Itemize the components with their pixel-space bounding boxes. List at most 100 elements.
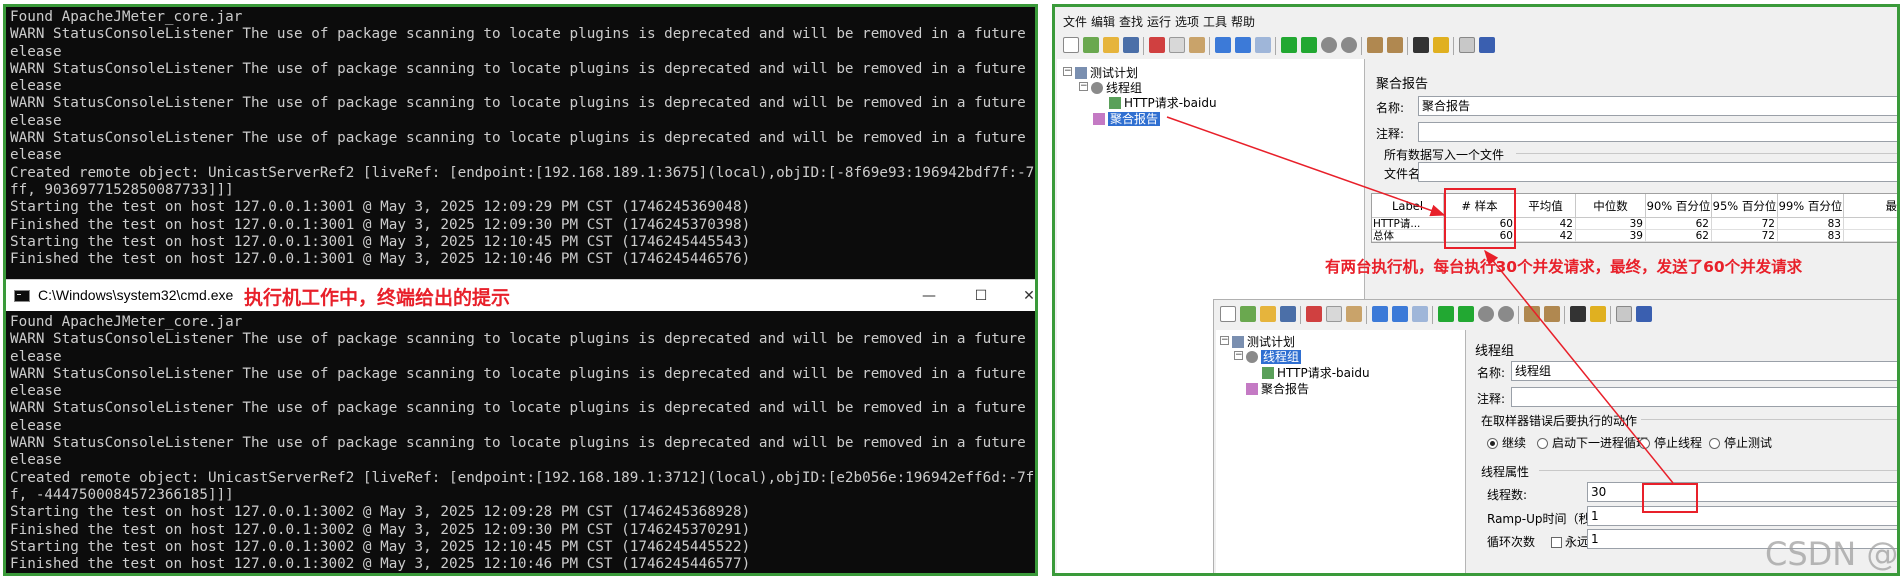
thread-group-name-input[interactable]: 线程组 xyxy=(1511,361,1897,381)
tree-node-http-sampler[interactable]: HTTP请求-baidu xyxy=(1109,94,1217,111)
console-line: elease xyxy=(10,147,62,164)
start-icon[interactable] xyxy=(1281,37,1297,53)
start-icon[interactable] xyxy=(1438,306,1454,322)
expand-icon[interactable] xyxy=(1372,306,1388,322)
collapse-plan-toggle[interactable]: − xyxy=(1063,67,1072,76)
console-line: elease xyxy=(10,43,62,60)
start-no-pause-icon[interactable] xyxy=(1458,306,1474,322)
col-median-header[interactable]: 中位数 xyxy=(1576,194,1646,218)
table-cell[interactable]: 62 xyxy=(1646,230,1712,242)
templates-icon[interactable] xyxy=(1240,306,1256,322)
new-icon[interactable] xyxy=(1220,306,1236,322)
col-label-header[interactable]: Label xyxy=(1372,194,1444,218)
save-icon[interactable] xyxy=(1123,37,1139,53)
minimize-button[interactable]: — xyxy=(914,284,944,308)
collapse-plan-toggle[interactable]: − xyxy=(1220,336,1229,345)
radio-stop-thread[interactable]: 停止线程 xyxy=(1639,434,1702,451)
table-cell[interactable]: 39 xyxy=(1576,230,1646,242)
report-comment-input[interactable] xyxy=(1418,122,1897,142)
tree-node-aggregate-report[interactable]: 聚合报告 xyxy=(1093,110,1161,127)
table-cell[interactable] xyxy=(1844,218,1897,230)
maximize-button[interactable]: ☐ xyxy=(966,284,996,308)
search-icon[interactable] xyxy=(1413,37,1429,53)
save-icon[interactable] xyxy=(1280,306,1296,322)
start-no-pause-icon[interactable] xyxy=(1301,37,1317,53)
paste-icon[interactable] xyxy=(1346,306,1362,322)
menu-run[interactable]: 运行 xyxy=(1147,13,1171,30)
table-cell[interactable]: 72 xyxy=(1712,230,1778,242)
radio-stop-test[interactable]: 停止测试 xyxy=(1709,434,1772,451)
cmd-titlebar[interactable]: C:\Windows\system32\cmd.exe 执行机工作中，终端给出的… xyxy=(6,279,1035,311)
menu-search[interactable]: 查找 xyxy=(1119,13,1143,30)
function-helper-icon[interactable] xyxy=(1459,37,1475,53)
new-icon[interactable] xyxy=(1063,37,1079,53)
tree-node-aggregate-report[interactable]: 聚合报告 xyxy=(1246,380,1309,397)
help-icon[interactable] xyxy=(1479,37,1495,53)
open-icon[interactable] xyxy=(1103,37,1119,53)
table-cell[interactable]: 42 xyxy=(1516,218,1576,230)
collapse-thread-group-toggle[interactable]: − xyxy=(1234,351,1243,360)
table-cell[interactable]: 39 xyxy=(1576,218,1646,230)
tree-node-http-sampler[interactable]: HTTP请求-baidu xyxy=(1262,364,1370,381)
toggle-icon[interactable] xyxy=(1255,37,1271,53)
menu-file[interactable]: 文件 xyxy=(1063,13,1087,30)
tree-node-thread-group[interactable]: 线程组 xyxy=(1246,348,1302,365)
thread-group-comment-input[interactable] xyxy=(1511,387,1897,407)
report-name-input[interactable]: 聚合报告 xyxy=(1418,96,1897,116)
expand-icon[interactable] xyxy=(1215,37,1231,53)
table-cell[interactable]: 83 xyxy=(1778,230,1844,242)
collapse-thread-group-toggle[interactable]: − xyxy=(1079,82,1088,91)
collapse-icon[interactable] xyxy=(1392,306,1408,322)
collapse-icon[interactable] xyxy=(1235,37,1251,53)
templates-icon[interactable] xyxy=(1083,37,1099,53)
col-min-header[interactable]: 最 xyxy=(1844,194,1897,218)
table-cell[interactable]: 总体 xyxy=(1372,230,1444,242)
search-icon[interactable] xyxy=(1570,306,1586,322)
menu-tools[interactable]: 工具 xyxy=(1203,13,1227,30)
function-helper-icon[interactable] xyxy=(1616,306,1632,322)
radio-next-loop[interactable]: 启动下一进程循环 xyxy=(1537,434,1648,451)
reset-search-icon[interactable] xyxy=(1433,37,1449,53)
help-icon[interactable] xyxy=(1636,306,1652,322)
clear-icon[interactable] xyxy=(1524,306,1540,322)
threads-input[interactable]: 30 xyxy=(1587,482,1897,502)
table-cell[interactable]: 42 xyxy=(1516,230,1576,242)
filename-input[interactable] xyxy=(1418,162,1897,182)
console-line: elease xyxy=(10,348,62,365)
menu-edit[interactable]: 编辑 xyxy=(1091,13,1115,30)
rampup-input[interactable]: 1 xyxy=(1587,506,1897,526)
stop-icon[interactable] xyxy=(1321,37,1337,53)
console-line: Created remote object: UnicastServerRef2… xyxy=(10,164,1035,181)
clear-icon[interactable] xyxy=(1367,37,1383,53)
menu-help[interactable]: 帮助 xyxy=(1231,13,1255,30)
col-average-header[interactable]: 平均值 xyxy=(1516,194,1576,218)
toolbar-separator xyxy=(1453,37,1454,55)
radio-continue[interactable]: 继续 xyxy=(1487,434,1526,451)
col-p99-header[interactable]: 99% 百分位 xyxy=(1778,194,1844,218)
table-cell[interactable]: HTTP请... xyxy=(1372,218,1444,230)
open-icon[interactable] xyxy=(1260,306,1276,322)
table-cell[interactable]: 83 xyxy=(1778,218,1844,230)
cut-icon[interactable] xyxy=(1306,306,1322,322)
table-cell[interactable] xyxy=(1844,230,1897,242)
close-button[interactable]: ✕ xyxy=(1014,284,1035,308)
tree-label-thread-group: 线程组 xyxy=(1106,81,1143,95)
toggle-icon[interactable] xyxy=(1412,306,1428,322)
cut-icon[interactable] xyxy=(1149,37,1165,53)
col-p95-header[interactable]: 95% 百分位 xyxy=(1712,194,1778,218)
table-cell[interactable]: 62 xyxy=(1646,218,1712,230)
copy-icon[interactable] xyxy=(1169,37,1185,53)
console-panel: Found ApacheJMeter_core.jar WARN StatusCo… xyxy=(3,4,1038,576)
shutdown-icon[interactable] xyxy=(1341,37,1357,53)
reset-search-icon[interactable] xyxy=(1590,306,1606,322)
paste-icon[interactable] xyxy=(1189,37,1205,53)
table-cell[interactable]: 72 xyxy=(1712,218,1778,230)
stop-icon[interactable] xyxy=(1478,306,1494,322)
menu-options[interactable]: 选项 xyxy=(1175,13,1199,30)
copy-icon[interactable] xyxy=(1326,306,1342,322)
forever-checkbox[interactable]: 永远 xyxy=(1551,533,1589,550)
shutdown-icon[interactable] xyxy=(1498,306,1514,322)
clear-all-icon[interactable] xyxy=(1544,306,1560,322)
clear-all-icon[interactable] xyxy=(1387,37,1403,53)
col-p90-header[interactable]: 90% 百分位 xyxy=(1646,194,1712,218)
